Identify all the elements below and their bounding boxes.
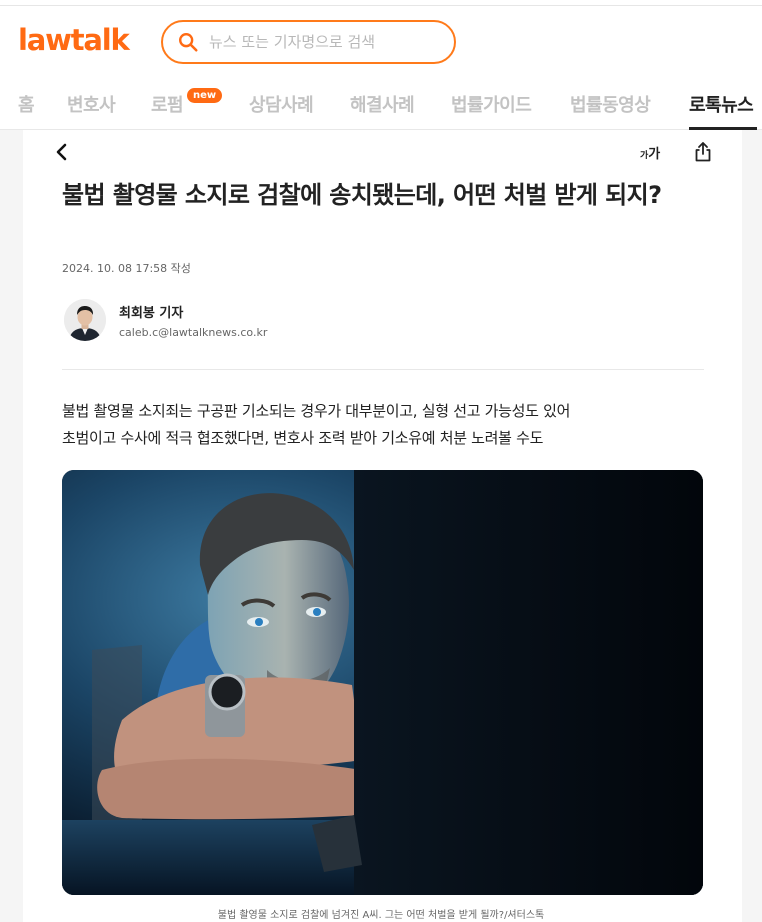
nav-item-lawtalk-news[interactable]: 로톡뉴스 [689, 91, 754, 117]
divider [62, 369, 704, 370]
search-icon [179, 33, 198, 52]
font-size-large-glyph: 가 [648, 147, 661, 162]
article-date: 2024. 10. 08 17:58 작성 [62, 262, 191, 275]
article-image [62, 470, 703, 895]
chevron-left-icon[interactable] [52, 141, 72, 163]
search-input[interactable] [209, 33, 439, 51]
man-at-laptop-photo [62, 470, 703, 895]
share-icon[interactable] [693, 141, 713, 163]
lawtalk-logo[interactable]: lawtalk [18, 20, 130, 60]
nav-item-legal-video[interactable]: 법률동영상 [570, 91, 651, 117]
nav-item-legal-guide[interactable]: 법률가이드 [451, 91, 532, 117]
search-bar[interactable] [161, 20, 456, 64]
author-photo [64, 299, 106, 341]
nav-item-resolved-cases[interactable]: 해결사례 [350, 91, 415, 117]
right-gutter [742, 130, 762, 922]
summary-line: 불법 촬영물 소지죄는 구공판 기소되는 경우가 대부분이고, 실형 선고 가능… [62, 402, 571, 420]
font-size-icon[interactable]: 가가 [640, 143, 660, 162]
main-nav: 홈 변호사 로펌 new 상담사례 해결사례 법률가이드 법률동영상 로톡뉴스 [0, 86, 762, 130]
left-gutter [0, 130, 23, 922]
nav-item-consult-cases[interactable]: 상담사례 [249, 91, 314, 117]
logo-text: lawtalk [18, 23, 130, 57]
article-summary: 불법 촬영물 소지죄는 구공판 기소되는 경우가 대부분이고, 실형 선고 가능… [62, 398, 704, 452]
summary-line: 초범이고 수사에 적극 협조했다면, 변호사 조력 받아 기소유예 처분 노려볼… [62, 429, 544, 447]
author-email: caleb.c@lawtalknews.co.kr [119, 326, 268, 339]
site-header: lawtalk 홈 변호사 로펌 new 상담사례 해결사례 법률가이드 법률동… [0, 6, 762, 130]
author-name[interactable]: 최회봉 기자 [119, 302, 183, 321]
nav-item-home[interactable]: 홈 [18, 91, 35, 117]
nav-item-lawfirm[interactable]: 로펌 [151, 91, 184, 117]
author-avatar[interactable] [64, 299, 106, 341]
article-title: 불법 촬영물 소지로 검찰에 송치됐는데, 어떤 처벌 받게 되지? [62, 181, 662, 209]
nav-item-lawyers[interactable]: 변호사 [67, 91, 116, 117]
image-caption: 불법 촬영물 소지로 검찰에 넘겨진 A씨. 그는 어떤 처벌을 받게 될까?/… [217, 910, 545, 921]
new-badge: new [187, 88, 223, 103]
